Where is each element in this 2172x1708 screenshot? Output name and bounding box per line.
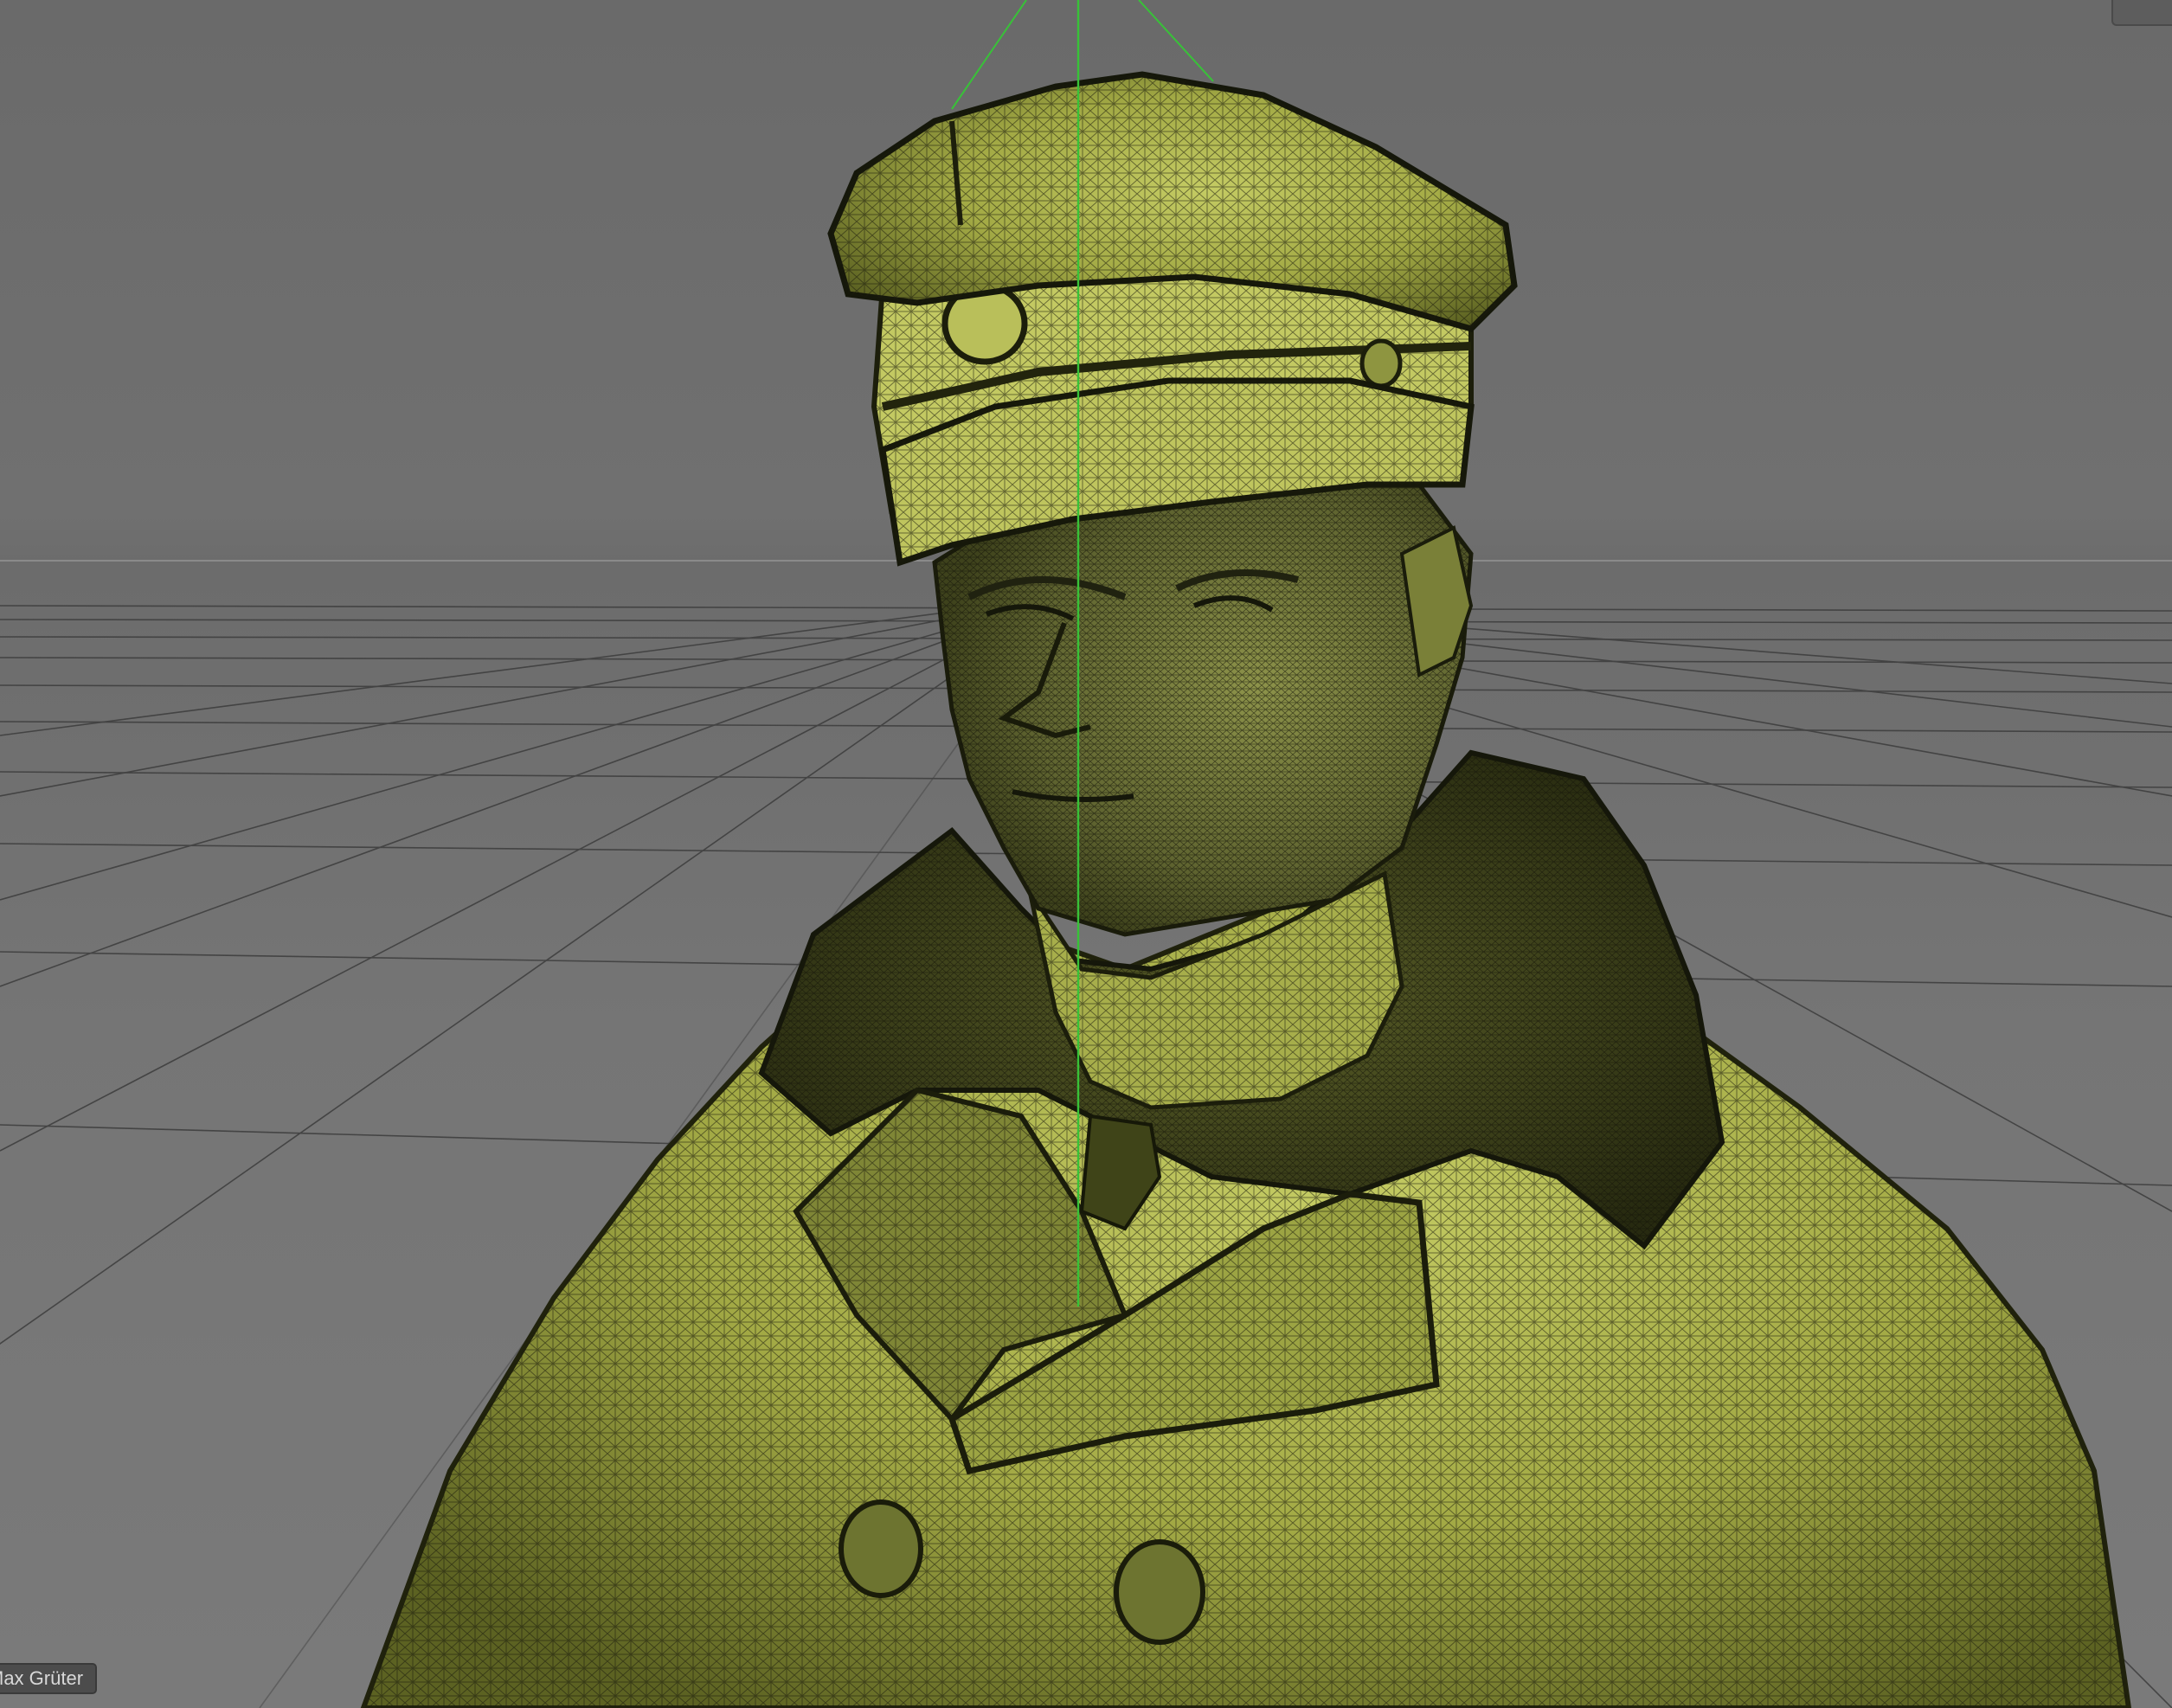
viewport-canvas[interactable] <box>0 0 2172 1708</box>
3d-viewport[interactable]: Max Grüter <box>0 0 2172 1708</box>
view-panel-toggle-icon[interactable] <box>2111 0 2172 26</box>
sculpt-mesh <box>360 71 2132 1708</box>
credit-label: Max Grüter <box>0 1663 98 1694</box>
coat-button-left <box>839 1499 923 1598</box>
coat-button-right <box>1114 1539 1205 1645</box>
cap-side-button <box>1359 338 1403 388</box>
